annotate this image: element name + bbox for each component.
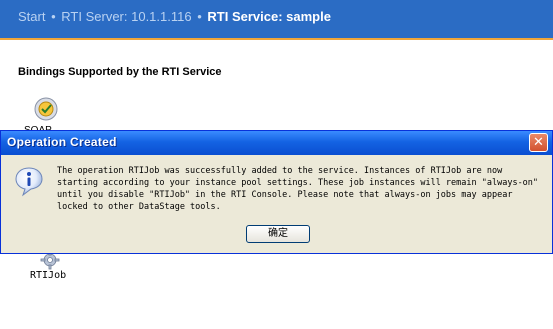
dialog-message-line: starting according to your instance pool… [57, 178, 539, 188]
dialog-message-line: locked to other DataStage tools. [57, 202, 221, 212]
breadcrumb-separator: • [197, 9, 202, 24]
breadcrumb-service: RTI Service: sample [207, 9, 331, 24]
breadcrumb: Start • RTI Server: 10.1.1.116 • RTI Ser… [18, 9, 331, 24]
breadcrumb-separator: • [51, 9, 56, 24]
rtijob-label[interactable]: RTIJob [30, 270, 66, 281]
dialog-message: The operation RTIJob was successfully ad… [57, 165, 539, 213]
header-divider [0, 38, 553, 40]
dialog-title: Operation Created [7, 135, 117, 149]
operation-created-dialog: Operation Created ✕ The operation RTIJob… [0, 130, 553, 254]
dialog-message-line: The operation RTIJob was successfully ad… [57, 166, 503, 176]
dialog-message-line: until you disable "RTIJob" in the RTI Co… [57, 190, 513, 200]
soap-binding-icon[interactable] [33, 96, 59, 122]
breadcrumb-start[interactable]: Start [18, 9, 45, 24]
dialog-titlebar[interactable]: Operation Created ✕ [1, 131, 552, 155]
breadcrumb-server[interactable]: RTI Server: 10.1.1.116 [61, 9, 191, 24]
header-bar: Start • RTI Server: 10.1.1.116 • RTI Ser… [0, 0, 553, 38]
close-button[interactable]: ✕ [529, 133, 548, 152]
ok-button[interactable]: 确定 [246, 225, 310, 243]
info-icon [15, 167, 43, 197]
close-icon: ✕ [533, 134, 544, 149]
section-title: Bindings Supported by the RTI Service [18, 66, 222, 78]
